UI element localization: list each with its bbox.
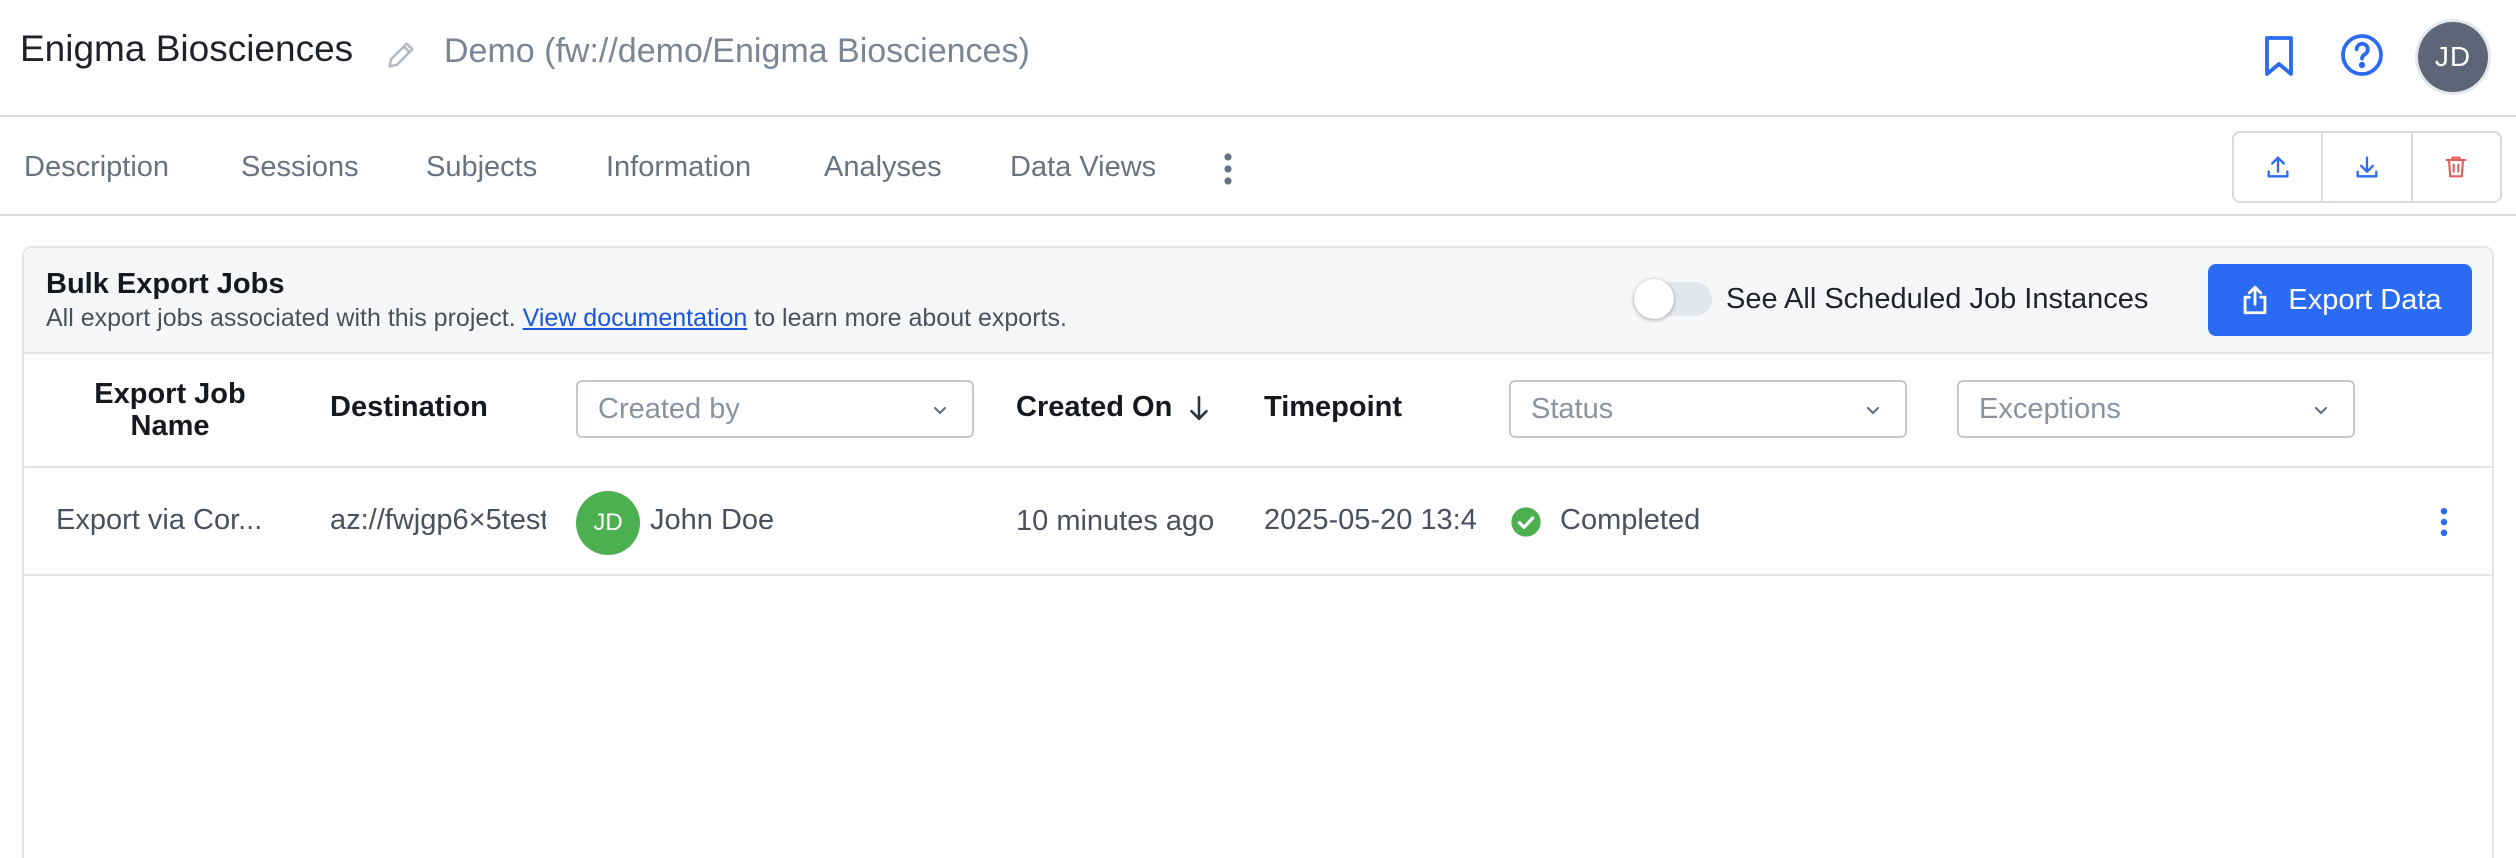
exceptions-filter[interactable]: Exceptions <box>1957 380 2355 438</box>
destination-cell: az://fwjgp6×5test <box>330 504 546 536</box>
status-cell: Completed <box>1560 504 1701 536</box>
column-timepoint[interactable]: Timepoint <box>1264 391 1402 424</box>
tab-data-views[interactable]: Data Views <box>1010 151 1156 184</box>
more-tabs-icon[interactable] <box>1218 149 1238 189</box>
project-title: Enigma Biosciences <box>20 28 354 69</box>
created-by-filter[interactable]: Created by <box>576 380 974 438</box>
creator-avatar: JD <box>576 491 640 555</box>
pencil-icon[interactable] <box>384 38 418 72</box>
bookmark-icon[interactable] <box>2255 32 2303 80</box>
chevron-down-icon <box>1866 406 1880 415</box>
help-icon[interactable] <box>2338 31 2386 79</box>
panel-description-text-end: to learn more about exports. <box>747 304 1067 332</box>
chevron-down-icon <box>933 406 947 415</box>
project-tabs: Description Sessions Subjects Informatio… <box>0 117 2516 216</box>
column-export-job-name-line2: Name <box>130 410 210 442</box>
column-destination[interactable]: Destination <box>330 391 488 424</box>
timepoint-cell: 2025-05-20 13:45 <box>1264 504 1476 536</box>
project-header: Enigma Biosciences Demo (fw://demo/Enigm… <box>0 0 2516 117</box>
tab-information[interactable]: Information <box>606 151 751 184</box>
column-created-on-label: Created On <box>1016 391 1173 423</box>
created-by-filter-placeholder: Created by <box>598 392 740 425</box>
panel-title: Bulk Export Jobs <box>46 268 285 300</box>
download-button[interactable] <box>2323 133 2413 201</box>
status-filter[interactable]: Status <box>1509 380 1907 438</box>
delete-button[interactable] <box>2413 133 2500 201</box>
tab-description[interactable]: Description <box>24 151 169 184</box>
bulk-export-jobs-panel: Bulk Export Jobs All export jobs associa… <box>22 246 2494 858</box>
export-data-button[interactable]: Export Data <box>2208 264 2472 336</box>
column-created-on[interactable]: Created On <box>1016 391 1212 424</box>
job-name-cell[interactable]: Export via Cor... <box>56 504 296 537</box>
column-export-job-name-line1: Export Job <box>94 378 246 410</box>
sort-descending-icon <box>1190 395 1209 420</box>
project-path: Demo (fw://demo/Enigma Biosciences) <box>444 32 1030 70</box>
tab-sessions[interactable]: Sessions <box>241 151 359 184</box>
view-documentation-link[interactable]: View documentation <box>523 304 748 332</box>
export-jobs-page: Enigma Biosciences Demo (fw://demo/Enigm… <box>0 0 2516 858</box>
row-menu-icon[interactable] <box>2434 504 2454 540</box>
header-divider <box>24 466 2492 468</box>
panel-header: Bulk Export Jobs All export jobs associa… <box>24 248 2492 354</box>
panel-description-text: All export jobs associated with this pro… <box>46 304 523 332</box>
tab-analyses[interactable]: Analyses <box>824 151 942 184</box>
row-divider <box>24 574 2492 576</box>
scheduled-jobs-toggle-label: See All Scheduled Job Instances <box>1726 283 2149 315</box>
trash-icon <box>2445 156 2467 178</box>
export-icon <box>2244 285 2267 315</box>
project-actions <box>2232 131 2502 203</box>
panel-description: All export jobs associated with this pro… <box>46 304 1067 333</box>
chevron-down-icon <box>2314 406 2328 415</box>
export-data-label: Export Data <box>2288 283 2442 316</box>
exceptions-filter-placeholder: Exceptions <box>1979 392 2121 425</box>
scheduled-jobs-toggle[interactable] <box>1634 279 1712 319</box>
status-filter-placeholder: Status <box>1531 392 1614 425</box>
created-on-cell: 10 minutes ago <box>1016 505 1215 537</box>
toggle-knob <box>1634 279 1674 319</box>
download-icon <box>2356 156 2378 178</box>
user-avatar[interactable]: JD <box>2418 22 2488 92</box>
upload-button[interactable] <box>2234 133 2324 201</box>
check-circle-icon <box>1511 507 1541 537</box>
upload-icon <box>2267 156 2289 178</box>
creator-name-cell: John Doe <box>650 504 775 536</box>
column-export-job-name[interactable]: Export Job Name <box>80 378 260 442</box>
tab-subjects[interactable]: Subjects <box>426 151 537 184</box>
